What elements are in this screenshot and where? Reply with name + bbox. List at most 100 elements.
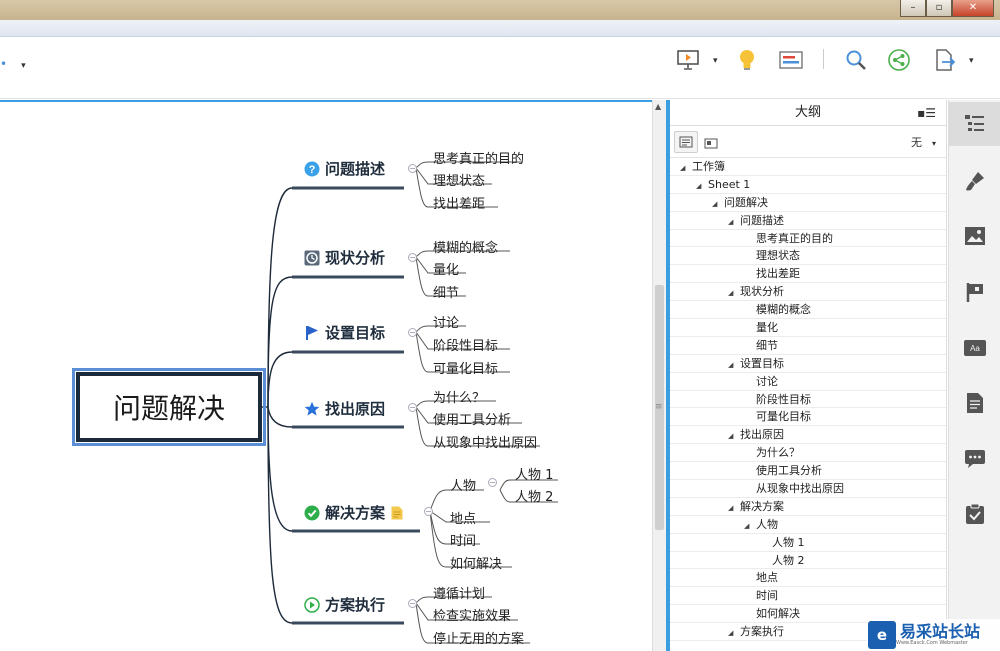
- outline-row[interactable]: ◢ Sheet 1: [670, 176, 946, 194]
- collapse-toggle[interactable]: −: [408, 328, 417, 337]
- expand-triangle-icon[interactable]: ◢: [728, 357, 740, 374]
- outline-card-button[interactable]: [704, 135, 718, 154]
- subtopic-item[interactable]: 如何解决: [450, 553, 502, 572]
- outline-row[interactable]: ◢ 工作簿: [670, 158, 946, 176]
- brainstorm-button[interactable]: [736, 47, 758, 73]
- outline-filter-select[interactable]: 无 ▾: [911, 134, 936, 150]
- outline-row[interactable]: 使用工具分析: [670, 462, 946, 481]
- outline-row[interactable]: ◢ 问题解决: [670, 194, 946, 212]
- subtopic-item[interactable]: 找出差距: [433, 193, 485, 212]
- maximize-button[interactable]: ▫: [926, 0, 952, 17]
- subtopic-item[interactable]: 地点: [450, 508, 476, 527]
- share-button[interactable]: [887, 47, 911, 73]
- subtopic-item[interactable]: 思考真正的目的: [433, 148, 524, 167]
- search-button[interactable]: [844, 47, 868, 73]
- outline-row[interactable]: 时间: [670, 587, 946, 606]
- grandchild-item[interactable]: 人物 1: [515, 464, 553, 483]
- outline-menu-icon[interactable]: ▪☰: [917, 100, 936, 126]
- outline-row[interactable]: 思考真正的目的: [670, 230, 946, 248]
- subtopic-item[interactable]: 理想状态: [433, 170, 485, 189]
- outline-row[interactable]: 地点: [670, 569, 946, 588]
- outline-row[interactable]: ◢ 设置目标: [670, 355, 946, 373]
- note-icon[interactable]: [391, 506, 403, 520]
- presentation-button[interactable]: [676, 47, 700, 73]
- topic-solution[interactable]: 解决方案: [304, 502, 408, 523]
- topic-problem-description[interactable]: ? 问题描述: [304, 158, 385, 179]
- outline-row[interactable]: ◢ 找出原因: [670, 426, 946, 445]
- subtopic-item[interactable]: 模糊的概念: [433, 237, 498, 256]
- collapse-toggle[interactable]: −: [408, 253, 417, 262]
- expand-triangle-icon[interactable]: ◢: [728, 428, 740, 445]
- outline-row[interactable]: 为什么？: [670, 444, 946, 463]
- watermark-logo: e: [868, 621, 896, 649]
- close-button[interactable]: ✕: [952, 0, 994, 17]
- expand-triangle-icon[interactable]: ◢: [696, 178, 708, 195]
- outline-tab[interactable]: [949, 102, 1000, 146]
- subtopic-item[interactable]: 细节: [433, 282, 459, 301]
- export-dropdown-icon[interactable]: ▾: [969, 56, 974, 66]
- outline-row[interactable]: ◢ 解决方案: [670, 498, 946, 516]
- presentation-dropdown-icon[interactable]: ▾: [713, 56, 718, 66]
- outline-row[interactable]: 可量化目标: [670, 408, 946, 427]
- expand-triangle-icon[interactable]: ◢: [728, 214, 740, 231]
- collapse-toggle[interactable]: −: [424, 507, 433, 516]
- export-button[interactable]: [932, 47, 956, 73]
- subtopic-item[interactable]: 停止无用的方案: [433, 628, 524, 647]
- expand-triangle-icon[interactable]: ◢: [744, 518, 756, 535]
- outline-row[interactable]: 人物 1: [670, 534, 946, 552]
- outline-row[interactable]: 人物 2: [670, 552, 946, 570]
- outline-view-button[interactable]: [674, 131, 698, 153]
- gantt-button[interactable]: [778, 47, 804, 73]
- collapse-toggle[interactable]: −: [488, 478, 497, 487]
- text-style-tab[interactable]: Aa: [949, 326, 1000, 370]
- grandchild-item[interactable]: 人物 2: [515, 486, 553, 505]
- expand-triangle-icon[interactable]: ◢: [680, 160, 692, 177]
- comment-tab[interactable]: [949, 437, 1000, 481]
- topic-find-causes[interactable]: 找出原因: [304, 398, 385, 419]
- scroll-up-icon[interactable]: ▲: [655, 102, 661, 111]
- outline-row[interactable]: 细节: [670, 337, 946, 355]
- outline-row[interactable]: 讨论: [670, 373, 946, 391]
- expand-triangle-icon[interactable]: ◢: [712, 196, 724, 213]
- topic-status-analysis[interactable]: 现状分析: [304, 247, 385, 268]
- image-tab[interactable]: [949, 214, 1000, 258]
- notes-tab[interactable]: [949, 381, 1000, 425]
- subtopic-item[interactable]: 人物: [450, 475, 476, 494]
- outline-row[interactable]: 模糊的概念: [670, 301, 946, 320]
- collapse-toggle[interactable]: −: [408, 164, 417, 173]
- root-topic[interactable]: 问题解决: [72, 368, 266, 446]
- topic-execution[interactable]: 方案执行: [304, 594, 385, 615]
- subtopic-item[interactable]: 使用工具分析: [433, 409, 511, 428]
- outline-row[interactable]: 找出差距: [670, 265, 946, 284]
- task-tab[interactable]: [949, 492, 1000, 536]
- expand-triangle-icon[interactable]: ◢: [728, 625, 740, 642]
- subtopic-item[interactable]: 遵循计划: [433, 583, 485, 602]
- minimize-button[interactable]: –: [900, 0, 926, 17]
- outline-row[interactable]: ◢ 人物: [670, 516, 946, 534]
- collapse-toggle[interactable]: −: [408, 599, 417, 608]
- expand-triangle-icon[interactable]: ◢: [728, 285, 740, 302]
- collapse-toggle[interactable]: −: [408, 403, 417, 412]
- subtopic-item[interactable]: 可量化目标: [433, 358, 498, 377]
- subtopic-item[interactable]: 检查实施效果: [433, 605, 511, 624]
- canvas-scrollbar[interactable]: ▲ ≡: [652, 100, 666, 651]
- subtopic-item[interactable]: 讨论: [433, 312, 459, 331]
- topic-set-goals[interactable]: 设置目标: [304, 322, 385, 343]
- subtopic-item[interactable]: 阶段性目标: [433, 335, 498, 354]
- subtopic-item[interactable]: 从现象中找出原因: [433, 432, 537, 451]
- outline-row[interactable]: 量化: [670, 319, 946, 337]
- outline-row[interactable]: ◢ 现状分析: [670, 283, 946, 302]
- outline-row[interactable]: 理想状态: [670, 247, 946, 266]
- subtopic-item[interactable]: 量化: [433, 259, 459, 278]
- toolbar-left-control[interactable]: • ▾: [0, 57, 26, 71]
- marker-tab[interactable]: [949, 270, 1000, 314]
- subtopic-item[interactable]: 为什么？: [433, 387, 485, 406]
- outline-row[interactable]: 阶段性目标: [670, 391, 946, 409]
- outline-row[interactable]: ◢ 问题描述: [670, 212, 946, 230]
- subtopic-item[interactable]: 时间: [450, 530, 476, 549]
- outline-row[interactable]: 从现象中找出原因: [670, 480, 946, 498]
- outline-row-label: 人物 1: [772, 535, 805, 549]
- format-tab[interactable]: [949, 159, 1000, 203]
- expand-triangle-icon[interactable]: ◢: [728, 500, 740, 517]
- mindmap-canvas[interactable]: 问题解决 ? 问题描述 − 思考真正的目的 理想状态 找出差距 现状分析 − 模…: [0, 100, 652, 651]
